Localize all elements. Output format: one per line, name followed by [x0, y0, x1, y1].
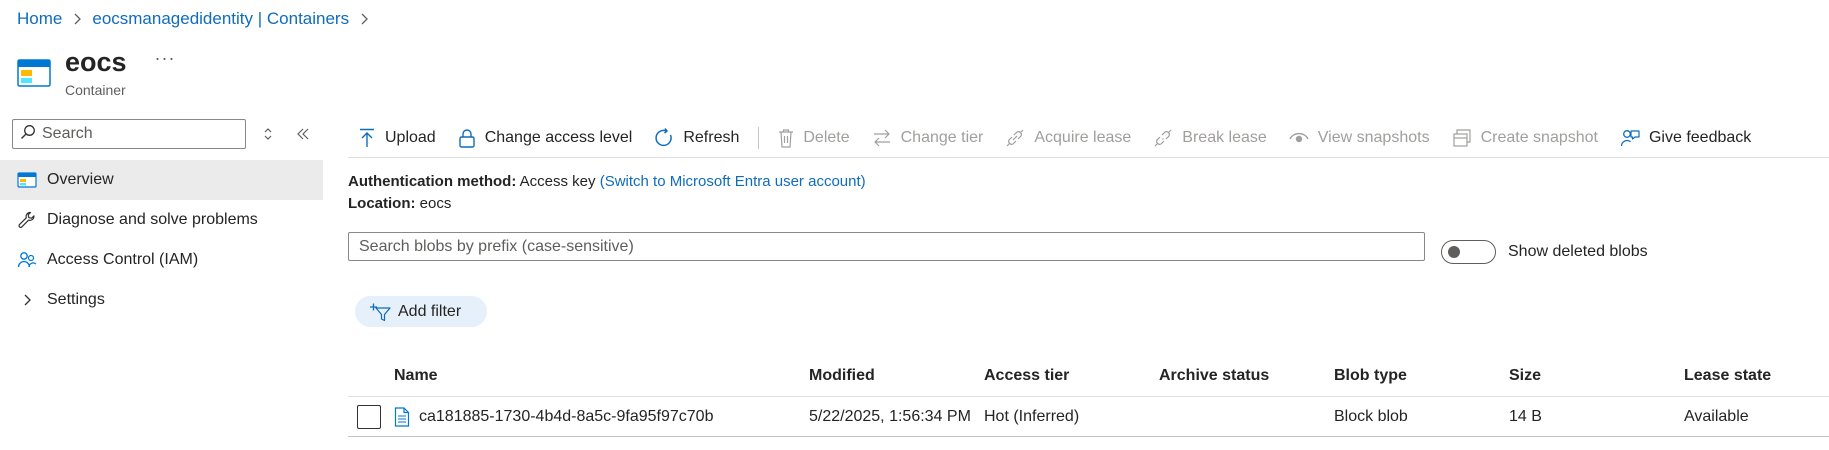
- sidebar-item-label: Settings: [47, 291, 105, 308]
- create-snapshot-button[interactable]: Create snapshot: [1441, 118, 1609, 158]
- add-filter-button[interactable]: Add filter: [355, 296, 487, 327]
- chevron-right-icon: [72, 13, 82, 25]
- broken-link-icon: [1154, 129, 1172, 146]
- sidebar-item-overview[interactable]: Overview: [0, 160, 323, 200]
- row-select-checkbox-cell: [357, 397, 381, 436]
- people-icon: [16, 249, 38, 271]
- sidebar-search-input[interactable]: [42, 125, 242, 143]
- auth-method-value: Access key: [519, 173, 596, 190]
- break-lease-button[interactable]: Break lease: [1142, 118, 1278, 158]
- feedback-icon: [1620, 129, 1640, 146]
- show-deleted-blobs-label: Show deleted blobs: [1508, 243, 1648, 260]
- acquire-lease-button[interactable]: Acquire lease: [994, 118, 1142, 158]
- chevron-right-icon: [359, 13, 369, 25]
- column-header-lease-state[interactable]: Lease state: [1684, 356, 1771, 396]
- blob-type-cell: Block blob: [1334, 407, 1408, 425]
- page-header: eocs Container ···: [17, 46, 176, 98]
- sidebar-item-diagnose[interactable]: Diagnose and solve problems: [0, 200, 323, 240]
- upload-button[interactable]: Upload: [348, 118, 447, 158]
- collapse-sidebar-icon[interactable]: [296, 128, 310, 140]
- file-icon: [394, 406, 410, 427]
- auth-method-row: Authentication method: Access key (Switc…: [348, 173, 866, 190]
- sidebar-item-settings[interactable]: Settings: [0, 280, 323, 320]
- container-icon: [17, 56, 51, 90]
- breadcrumb: Home eocsmanagedidentity | Containers: [17, 9, 379, 29]
- column-header-size[interactable]: Size: [1509, 356, 1541, 396]
- toolbar-divider: [758, 126, 760, 149]
- swap-arrows-icon: [873, 129, 890, 146]
- breadcrumb-home-link[interactable]: Home: [17, 9, 62, 29]
- breadcrumb-parent-link[interactable]: eocsmanagedidentity | Containers: [92, 9, 349, 29]
- view-snapshots-button[interactable]: View snapshots: [1278, 118, 1441, 158]
- access-tier-cell: Hot (Inferred): [984, 407, 1080, 425]
- modified-cell: 5/22/2025, 1:56:34 PM: [809, 407, 971, 425]
- lock-icon: [459, 128, 475, 148]
- blob-prefix-search-input[interactable]: [348, 232, 1425, 261]
- sidebar: Overview Diagnose and solve problems Acc…: [0, 118, 323, 320]
- more-options-button[interactable]: ···: [155, 48, 176, 69]
- delete-button[interactable]: Delete: [767, 118, 860, 158]
- page-subtitle: Container: [65, 82, 126, 98]
- lease-state-cell: Available: [1684, 407, 1749, 425]
- change-tier-button[interactable]: Change tier: [861, 118, 995, 158]
- show-deleted-blobs-toggle-group: Show deleted blobs: [1441, 240, 1648, 264]
- sidebar-item-label: Diagnose and solve problems: [47, 211, 258, 228]
- search-icon: [20, 124, 36, 145]
- refresh-icon: [655, 127, 673, 146]
- sort-updown-icon[interactable]: [262, 127, 274, 141]
- column-header-archive-status[interactable]: Archive status: [1159, 356, 1269, 396]
- location-value: eocs: [419, 195, 452, 212]
- switch-auth-link[interactable]: (Switch to Microsoft Entra user account): [600, 173, 866, 190]
- page-title: eocs: [65, 47, 127, 77]
- eye-icon: [1289, 132, 1309, 142]
- sidebar-item-access-control[interactable]: Access Control (IAM): [0, 240, 323, 280]
- location-row: Location: eocs: [348, 195, 451, 212]
- row-select-checkbox[interactable]: [357, 404, 381, 429]
- upload-icon: [360, 128, 374, 147]
- change-access-level-button[interactable]: Change access level: [447, 118, 644, 158]
- table-header: Name Modified Access tier Archive status…: [348, 356, 1829, 397]
- auth-method-label: Authentication method:: [348, 173, 517, 190]
- command-bar: Upload Change access level Refresh Delet…: [348, 118, 1829, 158]
- column-header-blob-type[interactable]: Blob type: [1334, 356, 1407, 396]
- sidebar-search-box: [12, 119, 246, 149]
- give-feedback-button[interactable]: Give feedback: [1609, 118, 1762, 158]
- location-label: Location:: [348, 195, 416, 212]
- add-filter-icon: [370, 303, 391, 321]
- blob-name-cell: ca181885-1730-4b4d-8a5c-9fa95f97c70b: [394, 397, 713, 436]
- refresh-button[interactable]: Refresh: [643, 118, 750, 158]
- column-header-name[interactable]: Name: [394, 356, 438, 396]
- show-deleted-blobs-toggle[interactable]: [1441, 240, 1496, 264]
- sidebar-item-label: Access Control (IAM): [47, 251, 199, 268]
- snapshot-icon: [1452, 128, 1471, 147]
- trash-icon: [779, 128, 794, 148]
- blob-name-link[interactable]: ca181885-1730-4b4d-8a5c-9fa95f97c70b: [419, 408, 713, 426]
- sidebar-item-label: Overview: [47, 171, 114, 188]
- size-cell: 14 B: [1509, 407, 1542, 425]
- blobs-table: Name Modified Access tier Archive status…: [348, 356, 1829, 437]
- chevron-right-icon: [16, 289, 38, 311]
- container-icon: [16, 169, 38, 191]
- table-row[interactable]: ca181885-1730-4b4d-8a5c-9fa95f97c70b 5/2…: [348, 397, 1829, 437]
- wrench-icon: [16, 209, 38, 231]
- link-icon: [1006, 129, 1024, 146]
- column-header-modified[interactable]: Modified: [809, 356, 875, 396]
- column-header-access-tier[interactable]: Access tier: [984, 356, 1069, 396]
